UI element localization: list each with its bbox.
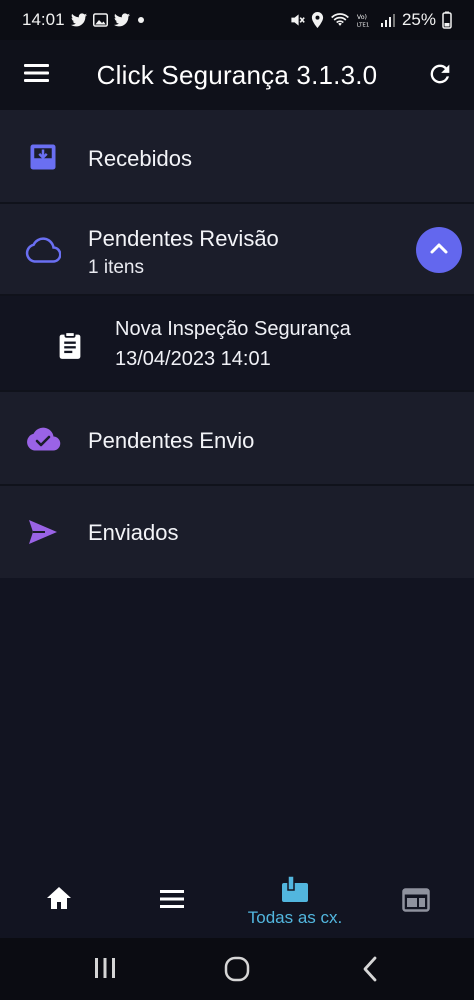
web-window-icon bbox=[402, 888, 430, 917]
clipboard-icon bbox=[56, 330, 84, 360]
send-icon bbox=[24, 513, 62, 551]
inbox-download-icon bbox=[24, 138, 62, 176]
battery-icon bbox=[442, 11, 452, 29]
image-icon bbox=[92, 13, 108, 27]
list-icon bbox=[159, 889, 185, 914]
cloud-check-icon bbox=[24, 420, 62, 458]
nav-list[interactable] bbox=[113, 862, 231, 938]
mailbox-icon bbox=[280, 874, 310, 909]
refresh-icon[interactable] bbox=[426, 60, 456, 90]
nav-home[interactable] bbox=[0, 862, 118, 938]
battery-text: 25% bbox=[401, 10, 436, 29]
folder-enviados[interactable]: Enviados bbox=[0, 486, 474, 578]
folder-pendentes-revisao[interactable]: Pendentes Revisão 1 itens bbox=[0, 204, 474, 296]
cloud-outline-icon bbox=[24, 231, 62, 269]
app-bar: Click Segurança 3.1.3.0 bbox=[0, 40, 474, 110]
back-chevron-icon[interactable] bbox=[360, 956, 380, 987]
folder-count: 1 itens bbox=[88, 257, 144, 278]
folder-recebidos[interactable]: Recebidos bbox=[0, 110, 474, 204]
folder-list: Recebidos Pendentes Revisão 1 itens Nova… bbox=[0, 110, 474, 578]
location-icon bbox=[311, 12, 324, 28]
dot-icon bbox=[136, 15, 146, 25]
twitter-icon bbox=[113, 13, 130, 27]
item-date: 13/04/2023 14:01 bbox=[115, 348, 271, 370]
item-title: Nova Inspeção Segurança bbox=[115, 318, 351, 340]
page-title: Click Segurança 3.1.3.0 bbox=[96, 60, 378, 90]
signal-icon bbox=[380, 12, 396, 28]
status-time: 14:01 bbox=[22, 10, 65, 29]
bottom-navigation: Todas as cx. bbox=[0, 862, 474, 938]
wifi-icon bbox=[330, 12, 350, 28]
chevron-up-icon bbox=[429, 241, 449, 260]
mute-icon bbox=[289, 12, 305, 28]
status-left: 14:01 bbox=[22, 10, 146, 30]
list-item[interactable]: Nova Inspeção Segurança 13/04/2023 14:01 bbox=[0, 296, 474, 392]
home-icon bbox=[46, 886, 72, 915]
recent-apps-icon[interactable] bbox=[92, 956, 118, 985]
folder-label: Enviados bbox=[88, 520, 179, 545]
volte-icon: Vo) LTE1 bbox=[356, 12, 374, 28]
folder-label: Pendentes Envio bbox=[88, 428, 255, 453]
folder-label: Recebidos bbox=[88, 146, 192, 171]
home-circle-icon[interactable] bbox=[224, 956, 250, 987]
twitter-icon bbox=[70, 13, 87, 27]
svg-text:LTE1: LTE1 bbox=[357, 22, 369, 28]
app-screen: 14:01 Vo) LTE1 25% Click Segurança 3.1.3… bbox=[0, 0, 474, 1000]
status-bar: 14:01 Vo) LTE1 25% bbox=[0, 0, 474, 40]
collapse-button[interactable] bbox=[416, 227, 462, 273]
nav-label: Todas as cx. bbox=[247, 908, 343, 927]
svg-text:Vo): Vo) bbox=[357, 14, 367, 21]
folder-label: Pendentes Revisão bbox=[88, 226, 279, 251]
system-navigation-bar bbox=[0, 938, 474, 1000]
folder-pendentes-envio[interactable]: Pendentes Envio bbox=[0, 392, 474, 486]
nav-all-boxes[interactable]: Todas as cx. bbox=[236, 862, 354, 938]
nav-web[interactable] bbox=[357, 862, 474, 938]
status-right: Vo) LTE1 25% bbox=[289, 10, 452, 30]
